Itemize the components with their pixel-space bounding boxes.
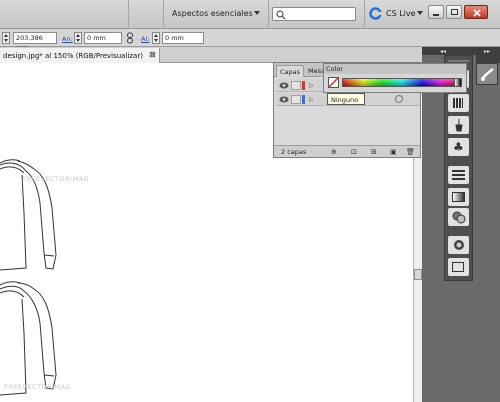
stepper-up-icon bbox=[4, 34, 8, 37]
gradient-panel-button[interactable] bbox=[448, 188, 469, 206]
stroke-panel-button[interactable] bbox=[448, 166, 469, 184]
cs-live-icon[interactable] bbox=[369, 7, 382, 20]
dock-header: ◂◂ ▸▸ bbox=[422, 47, 500, 55]
expand-triangle-icon[interactable]: ▷ bbox=[309, 96, 314, 103]
tab-mesa[interactable]: Mesa bbox=[306, 66, 324, 77]
locate-object-icon[interactable]: ⊕ bbox=[331, 148, 337, 156]
search-input[interactable] bbox=[272, 7, 356, 21]
restore-icon bbox=[451, 9, 458, 15]
stepper-down-icon bbox=[76, 39, 80, 42]
layer-color-swatch bbox=[302, 81, 305, 90]
black-white-swatch[interactable] bbox=[454, 78, 462, 87]
workspace-chevron-down-icon[interactable] bbox=[254, 11, 260, 15]
trash-icon[interactable]: 🗑 bbox=[406, 148, 415, 156]
eye-icon[interactable] bbox=[279, 82, 289, 89]
none-swatch[interactable] bbox=[328, 77, 339, 88]
stepper-down-icon bbox=[4, 39, 8, 42]
lock-toggle[interactable] bbox=[291, 81, 301, 90]
appbar-divider bbox=[364, 0, 365, 29]
close-icon bbox=[473, 9, 481, 17]
blob-brush-icon bbox=[481, 68, 494, 81]
graphic-styles-panel-button[interactable] bbox=[448, 258, 469, 276]
document-tab-close-icon[interactable]: ⊠ bbox=[149, 50, 156, 59]
x-field[interactable]: 203.386 mm bbox=[13, 32, 57, 52]
expand-triangle-icon[interactable]: ▷ bbox=[309, 82, 314, 89]
side-strip-header bbox=[476, 55, 500, 63]
sweater-sketch bbox=[0, 281, 57, 396]
minimize-icon bbox=[433, 14, 439, 16]
appbar-divider bbox=[128, 0, 129, 29]
document-tab-title: design.jpg* al 150% (RGB/Previsualizar) bbox=[3, 52, 143, 60]
cs-live-chevron-down-icon[interactable] bbox=[417, 11, 423, 15]
width-stepper[interactable] bbox=[74, 32, 82, 44]
layer-count: 2 capas bbox=[281, 148, 307, 156]
swatches-panel-button[interactable] bbox=[448, 94, 469, 112]
tab-capas[interactable]: Capas bbox=[276, 65, 304, 77]
layer-color-swatch bbox=[302, 95, 305, 104]
color-panel: Color bbox=[323, 63, 467, 93]
x-stepper[interactable] bbox=[2, 32, 10, 44]
scrollbar-thumb[interactable] bbox=[414, 269, 422, 280]
appbar-divider bbox=[163, 0, 164, 29]
height-field[interactable]: 0 mm bbox=[162, 32, 204, 44]
stepper-up-icon bbox=[154, 34, 158, 37]
none-icon bbox=[329, 78, 338, 87]
application-bar: Aspectos esenciales CS Live bbox=[0, 0, 500, 29]
gradient-icon bbox=[452, 192, 465, 202]
appearance-panel-button[interactable] bbox=[448, 236, 469, 254]
watermark: FREEVECTORIMAG bbox=[4, 383, 72, 391]
graphic-styles-icon bbox=[452, 262, 464, 272]
new-sublayer-icon[interactable]: ⊞ bbox=[371, 148, 377, 156]
workspace-switcher[interactable]: Aspectos esenciales bbox=[172, 9, 253, 18]
transparency-icon bbox=[452, 211, 466, 224]
height-stepper[interactable] bbox=[152, 32, 160, 44]
stepper-up-icon bbox=[76, 34, 80, 37]
stroke-icon bbox=[452, 170, 465, 180]
document-tab-bar: design.jpg* al 150% (RGB/Previsualizar) … bbox=[0, 47, 422, 63]
width-label[interactable]: An: bbox=[62, 35, 73, 43]
panel-footer: 2 capas ⊕ ⊡ ⊞ ▣ 🗑 bbox=[274, 145, 420, 157]
link-proportions-icon[interactable] bbox=[126, 32, 134, 44]
symbols-panel-button[interactable]: ♣ bbox=[448, 138, 469, 156]
club-icon: ♣ bbox=[453, 140, 464, 154]
color-spectrum[interactable] bbox=[342, 78, 462, 87]
eye-icon[interactable] bbox=[279, 96, 289, 103]
height-label[interactable]: Al: bbox=[141, 35, 149, 43]
swatches-icon bbox=[453, 98, 463, 108]
make-clipping-mask-icon[interactable]: ⊡ bbox=[351, 148, 357, 156]
brushes-panel-button[interactable] bbox=[448, 116, 469, 134]
color-panel-tab-bar: Color bbox=[324, 64, 466, 74]
width-field[interactable]: 0 mm bbox=[84, 32, 122, 44]
document-tab[interactable]: design.jpg* al 150% (RGB/Previsualizar) … bbox=[0, 48, 160, 63]
stepper-down-icon bbox=[154, 39, 158, 42]
new-layer-icon[interactable]: ▣ bbox=[390, 148, 397, 156]
search-icon bbox=[276, 10, 286, 20]
dock-expand-icon[interactable]: ▸▸ bbox=[484, 48, 490, 55]
target-circle-icon[interactable] bbox=[395, 95, 403, 103]
appbar-divider bbox=[268, 0, 269, 29]
dock-grip[interactable] bbox=[448, 60, 469, 62]
lock-toggle[interactable] bbox=[291, 95, 301, 104]
close-button[interactable] bbox=[464, 5, 488, 19]
watermark: FREEVECTORIMAG bbox=[22, 175, 90, 183]
control-bar: 203.386 mm An: 0 mm Al: 0 mm bbox=[0, 29, 500, 52]
tooltip: Ninguno bbox=[327, 93, 365, 105]
cs-live-label[interactable]: CS Live bbox=[386, 9, 416, 18]
tab-color[interactable]: Color bbox=[326, 65, 343, 73]
restore-button[interactable] bbox=[446, 5, 462, 19]
tool-icon-button[interactable] bbox=[476, 63, 498, 85]
transparency-panel-button[interactable] bbox=[448, 208, 469, 226]
appearance-icon bbox=[454, 240, 464, 250]
dock-collapse-icon[interactable]: ◂◂ bbox=[440, 48, 446, 55]
minimize-button[interactable] bbox=[428, 5, 444, 19]
brush-icon bbox=[455, 119, 463, 132]
